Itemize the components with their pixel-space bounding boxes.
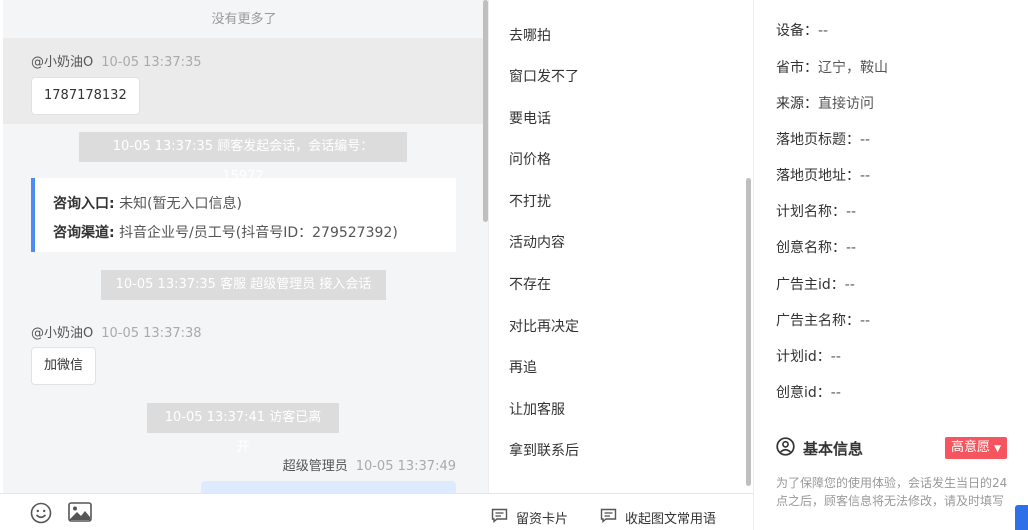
intent-badge[interactable]: 高意愿 ▼	[945, 437, 1008, 459]
quick-reply-list: 去哪拍 窗口发不了 要电话 问价格 不打扰 活动内容 不存在 对比再决定 再追 …	[488, 0, 753, 493]
field-label: 创意名称：	[776, 240, 846, 256]
visitor-info-panel: 设备：-- 省市：辽宁，鞍山 来源：直接访问 落地页标题：-- 落地页地址：--…	[753, 0, 1028, 530]
smile-icon[interactable]	[30, 502, 52, 528]
field-value[interactable]: --	[846, 240, 856, 256]
field-value[interactable]: --	[846, 204, 856, 220]
quick-reply-item[interactable]: 不打扰	[509, 191, 551, 211]
channel-label: 咨询渠道:	[53, 225, 115, 241]
consult-channel-row: 咨询渠道: 抖音企业号/员工号(抖音号ID：279527392)	[53, 219, 438, 248]
info-field-plan-name: 计划名称：--	[776, 201, 856, 221]
field-label: 计划id：	[776, 349, 831, 365]
info-field-creative-name: 创意名称：--	[776, 237, 856, 257]
system-message: 10-05 13:37:41 访客已离开	[147, 403, 339, 455]
message-icon	[600, 508, 617, 527]
field-value[interactable]: --	[831, 349, 841, 365]
field-label: 创意id：	[776, 385, 831, 401]
agent-sender: 超级管理员 10-05 13:37:49	[283, 455, 456, 474]
floating-action-button[interactable]	[1015, 505, 1028, 530]
field-label: 省市：	[776, 60, 818, 76]
field-value[interactable]: --	[860, 313, 870, 329]
collapse-phrases-label: 收起图文常用语	[625, 512, 717, 527]
basic-info-heading: 基本信息	[776, 437, 863, 460]
chat-panel: 没有更多了 @小奶油O 10-05 13:37:35 1787178132 10-…	[0, 0, 488, 493]
field-label: 广告主id：	[776, 277, 845, 293]
field-value[interactable]: --	[831, 385, 841, 401]
agent-name: 超级管理员	[282, 459, 348, 474]
info-notice: 为了保障您的使用体验，会话发生当日的24点之后，顾客信息将无法修改，请及时填写	[776, 476, 1008, 508]
info-field-plan-id: 计划id：--	[776, 346, 841, 366]
field-label: 来源：	[776, 96, 818, 112]
system-message: 10-05 13:37:35 顾客发起会话，会话编号：15972	[79, 132, 407, 184]
leave-card-button[interactable]: 留资卡片	[491, 508, 568, 527]
info-field-advertiser-name: 广告主名称：--	[776, 310, 870, 330]
field-value[interactable]: 直接访问	[818, 96, 874, 112]
quick-reply-item[interactable]: 窗口发不了	[509, 66, 579, 86]
entry-label: 咨询入口:	[53, 196, 115, 212]
message-bubble[interactable]: 1787178132	[31, 77, 140, 115]
message-icon	[491, 508, 508, 527]
quick-reply-item[interactable]: 问价格	[509, 149, 551, 169]
info-field-creative-id: 创意id：--	[776, 382, 841, 402]
quick-reply-item[interactable]: 让加客服	[509, 399, 565, 419]
message-bubble[interactable]: 加微信	[31, 347, 97, 385]
input-toolbar: 留资卡片 收起图文常用语	[0, 493, 753, 530]
collapse-phrases-button[interactable]: 收起图文常用语	[600, 508, 716, 527]
field-label: 落地页地址：	[776, 168, 860, 184]
field-value[interactable]: --	[860, 132, 870, 148]
leave-card-label: 留资卡片	[516, 512, 569, 527]
info-field-landing-url: 落地页地址：--	[776, 165, 870, 185]
consult-entry-row: 咨询入口: 未知(暂无入口信息)	[53, 190, 438, 219]
quick-reply-item[interactable]: 不存在	[509, 274, 551, 294]
field-label: 计划名称：	[776, 204, 846, 220]
sender-name: @小奶油O	[31, 326, 94, 341]
agent-time: 10-05 13:37:49	[355, 459, 456, 474]
quick-reply-item[interactable]: 再追	[509, 357, 537, 377]
quick-reply-item[interactable]: 要电话	[509, 108, 551, 128]
message-time: 10-05 13:37:38	[101, 326, 202, 341]
field-value[interactable]: --	[860, 168, 870, 184]
info-field-advertiser-id: 广告主id：--	[776, 274, 855, 294]
system-message: 10-05 13:37:35 客服 超级管理员 接入会话	[101, 270, 386, 300]
info-field-landing-title: 落地页标题：--	[776, 129, 870, 149]
field-label: 落地页标题：	[776, 132, 860, 148]
message-sender: @小奶油O 10-05 13:37:35	[31, 51, 202, 70]
entry-value: 未知(暂无入口信息)	[119, 196, 242, 212]
field-label: 广告主名称：	[776, 313, 860, 329]
badge-label: 高意愿	[951, 440, 991, 455]
field-value[interactable]: --	[818, 23, 828, 39]
no-more-text: 没有更多了	[211, 12, 277, 27]
field-value[interactable]: --	[845, 277, 855, 293]
message-sender: @小奶油O 10-05 13:37:38	[31, 322, 202, 341]
user-icon	[776, 437, 795, 460]
info-field-source: 来源：直接访问	[776, 93, 874, 113]
field-label: 设备：	[776, 23, 818, 39]
consult-info-card: 咨询入口: 未知(暂无入口信息) 咨询渠道: 抖音企业号/员工号(抖音号ID：2…	[31, 178, 456, 252]
quick-reply-item[interactable]: 对比再决定	[509, 316, 579, 336]
channel-value: 抖音企业号/员工号(抖音号ID：279527392)	[119, 225, 398, 241]
agent-message-bubble[interactable]	[201, 481, 456, 493]
section-title: 基本信息	[803, 440, 864, 458]
message-time: 10-05 13:37:35	[101, 55, 202, 70]
quick-reply-scrollbar[interactable]	[746, 178, 751, 486]
info-field-region: 省市：辽宁，鞍山	[776, 57, 888, 77]
quick-reply-item[interactable]: 拿到联系后	[509, 440, 579, 460]
field-value[interactable]: 辽宁，鞍山	[818, 60, 888, 76]
info-field-device: 设备：--	[776, 20, 828, 40]
image-icon[interactable]	[68, 502, 92, 526]
caret-down-icon: ▼	[994, 444, 1002, 454]
quick-reply-item[interactable]: 活动内容	[509, 232, 565, 252]
sender-name: @小奶油O	[31, 55, 94, 70]
quick-reply-item[interactable]: 去哪拍	[509, 25, 551, 45]
